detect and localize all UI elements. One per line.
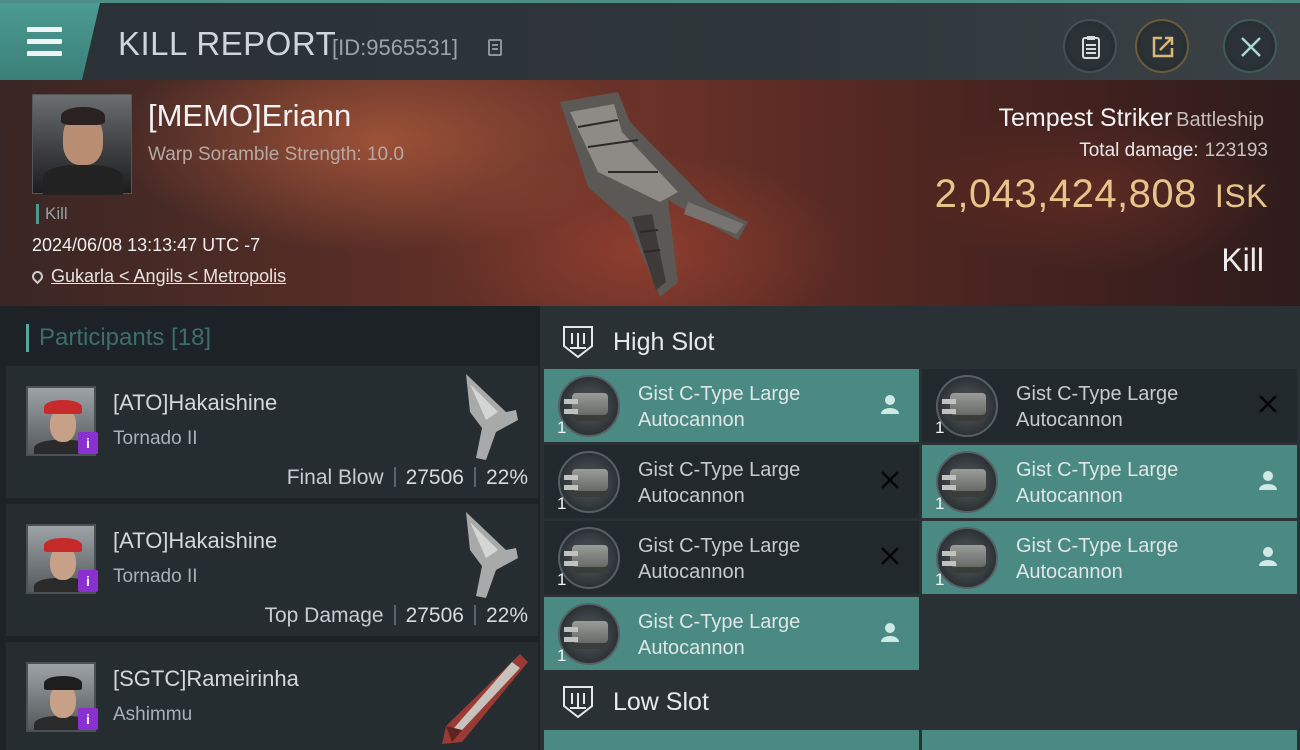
module-name: Gist C-Type Large Autocannon (1016, 383, 1179, 431)
share-button[interactable] (1135, 19, 1189, 73)
report-id: [ID:9565531] (332, 35, 458, 60)
share-icon (1152, 36, 1174, 58)
module-slot[interactable]: 1 Gist C-Type Large Autocannon (544, 521, 919, 594)
user-icon (881, 623, 899, 642)
location-pin-icon (29, 268, 46, 285)
copy-icon[interactable] (488, 39, 502, 56)
autocannon-icon (558, 375, 620, 437)
participant-row[interactable]: i [ATO]Hakaishine Tornado II Final Blow 2… (6, 366, 538, 500)
page-title: KILL REPORT (118, 25, 337, 62)
module-name: Gist C-Type Large Autocannon (638, 459, 801, 507)
stat-percent: 22% (485, 466, 528, 489)
stat-damage: 27506 (405, 604, 464, 627)
autocannon-icon (936, 451, 998, 513)
low-slot-label: Low Slot (613, 688, 709, 716)
victim-avatar[interactable] (32, 94, 132, 195)
module-slot[interactable]: 1 Gist C-Type Large Autocannon (922, 369, 1297, 442)
destroyed-icon (881, 471, 899, 489)
corp-badge-icon: i (78, 708, 98, 730)
victim-name[interactable]: [MEMO]Eriann (148, 98, 351, 134)
ship-type[interactable]: Tempest Striker (998, 104, 1172, 132)
module-quantity: 1 (557, 494, 567, 513)
hamburger-icon (27, 27, 62, 56)
autocannon-icon (558, 527, 620, 589)
participant-ship-image (466, 512, 518, 598)
kill-location[interactable]: Gukarla < Angils < Metropolis (29, 266, 286, 287)
module-quantity: 1 (557, 570, 567, 589)
stat-damage: 27506 (405, 466, 464, 489)
location-link[interactable]: Gukarla < Angils < Metropolis (51, 266, 286, 286)
module-quantity: 1 (935, 418, 945, 437)
low-slot-icon (563, 686, 593, 719)
isk-value: 2,043,424,808 ISK (935, 172, 1268, 217)
kill-tag: Kill (36, 204, 68, 224)
module-name: Gist C-Type Large Autocannon (1016, 459, 1179, 507)
participants-panel: Participants [18] i [ATO]Hakaishine Torn… (0, 306, 540, 750)
high-slot-icon (563, 326, 593, 359)
destroyed-icon (881, 547, 899, 565)
module-quantity: 1 (557, 646, 567, 665)
isk-amount: 2,043,424,808 (934, 172, 1197, 216)
user-icon (1259, 471, 1277, 490)
isk-unit: ISK (1214, 178, 1268, 214)
participant-row[interactable]: i [ATO]Hakaishine Tornado II Top Damage 2… (6, 504, 538, 638)
kill-datetime: 2024/06/08 13:13:47 UTC -7 (32, 235, 261, 255)
module-quantity: 1 (935, 570, 945, 589)
victim-ship-image (560, 92, 748, 297)
participant-stats: Top Damage 27506 22% (264, 604, 528, 628)
corp-badge-icon: i (78, 570, 98, 592)
kill-result: Kill (1221, 242, 1264, 278)
clipboard-icon (1082, 36, 1100, 59)
total-damage: Total damage: 123193 (1079, 140, 1268, 162)
victim-banner: [MEMO]Eriann Warp Soramble Strength: 10.… (0, 80, 1300, 306)
module-slot[interactable] (922, 730, 1297, 750)
module-slot[interactable]: 1 Gist C-Type Large Autocannon (544, 597, 919, 670)
participant-name: [ATO]Hakaishine (113, 528, 278, 553)
module-name: Gist C-Type Large Autocannon (638, 383, 801, 431)
participant-ship: Tornado II (113, 566, 198, 587)
module-quantity: 1 (935, 494, 945, 513)
participant-name: [SGTC]Rameirinha (113, 666, 299, 691)
participant-ship-image (466, 374, 518, 460)
module-slot[interactable]: 1 Gist C-Type Large Autocannon (544, 445, 919, 518)
stat-label: Top Damage (264, 604, 384, 627)
module-slot[interactable]: 1 Gist C-Type Large Autocannon (922, 521, 1297, 594)
participant-name: [ATO]Hakaishine (113, 390, 278, 415)
participant-ship: Ashimmu (113, 704, 193, 725)
module-name: Gist C-Type Large Autocannon (638, 611, 801, 659)
close-icon (1241, 37, 1261, 57)
high-slot-label: High Slot (613, 328, 715, 356)
stat-label: Final Blow (286, 466, 384, 489)
victim-ship-name: Tempest Striker Battleship (998, 104, 1264, 133)
participant-stats: Final Blow 27506 22% (287, 466, 528, 490)
destroyed-icon (1259, 395, 1277, 413)
autocannon-icon (936, 375, 998, 437)
total-damage-value: 123193 (1204, 140, 1268, 161)
clipboard-button[interactable] (1063, 19, 1117, 73)
fitting-panel: High Slot 1 Gist C-Type Large Autocannon … (540, 306, 1300, 750)
autocannon-icon (558, 451, 620, 513)
participant-ship: Tornado II (113, 428, 198, 449)
user-icon (1259, 547, 1277, 566)
module-quantity: 1 (557, 418, 567, 437)
stat-percent: 22% (485, 604, 528, 627)
victim-subtitle: Warp Soramble Strength: 10.0 (148, 144, 404, 165)
autocannon-icon (558, 603, 620, 665)
menu-button[interactable] (0, 3, 100, 80)
module-name: Gist C-Type Large Autocannon (1016, 535, 1179, 583)
close-button[interactable] (1223, 19, 1277, 73)
total-damage-label: Total damage: (1079, 140, 1199, 161)
top-bar: KILL REPORT [ID:9565531] (0, 0, 1300, 80)
participant-row[interactable]: i [SGTC]Rameirinha Ashimmu (6, 642, 538, 750)
module-slot[interactable]: 1 Gist C-Type Large Autocannon (922, 445, 1297, 518)
user-icon (881, 395, 899, 414)
autocannon-icon (936, 527, 998, 589)
module-slot[interactable] (544, 730, 919, 750)
participant-ship-image (442, 654, 528, 744)
module-name: Gist C-Type Large Autocannon (638, 535, 801, 583)
ship-class: Battleship (1176, 109, 1264, 131)
module-slot[interactable]: 1 Gist C-Type Large Autocannon (544, 369, 919, 442)
corp-badge-icon: i (78, 432, 98, 454)
participants-header: Participants [18] (26, 324, 211, 352)
